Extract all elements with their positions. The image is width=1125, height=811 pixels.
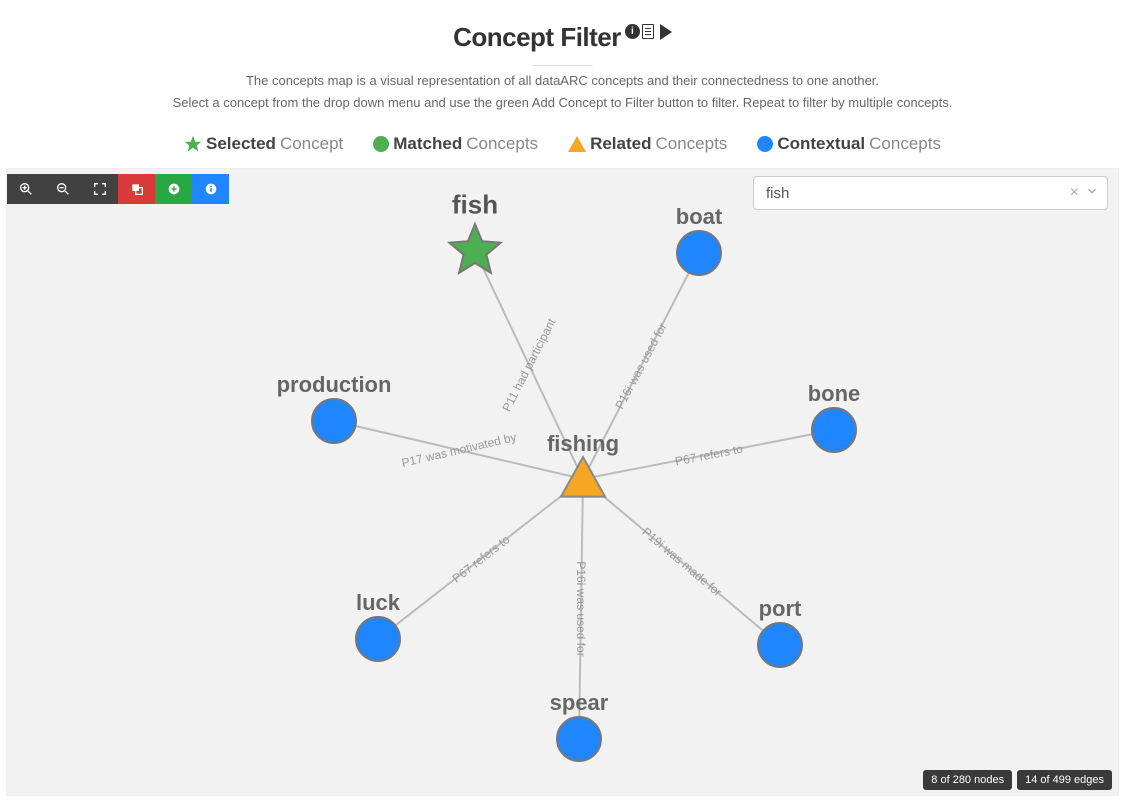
reset-icon bbox=[129, 181, 145, 197]
document-icon[interactable] bbox=[642, 24, 654, 39]
legend: Selected Concept Matched Concepts Relate… bbox=[0, 134, 1125, 154]
node-label: fish bbox=[452, 190, 498, 221]
circle-icon bbox=[373, 136, 389, 152]
concept-map-canvas[interactable]: fish × P11 had participant P16i was used … bbox=[6, 168, 1119, 796]
description-line-1: The concepts map is a visual representat… bbox=[0, 72, 1125, 90]
legend-contextual: Contextual Concepts bbox=[757, 134, 941, 154]
legend-selected: Selected Concept bbox=[184, 134, 343, 154]
add-concept-button[interactable] bbox=[155, 174, 192, 204]
circle-icon bbox=[757, 136, 773, 152]
edge-label: P19i was made for bbox=[639, 525, 724, 600]
map-toolbar bbox=[7, 174, 229, 204]
graph-edges-layer bbox=[7, 169, 1118, 795]
edge-label: P11 had participant bbox=[499, 317, 558, 415]
fullscreen-icon bbox=[92, 181, 108, 197]
concept-select-value: fish bbox=[766, 185, 1070, 202]
info-icon bbox=[203, 181, 219, 197]
edge-label: P16i was used for bbox=[574, 562, 588, 657]
clear-icon[interactable]: × bbox=[1070, 184, 1079, 202]
reset-button[interactable] bbox=[118, 174, 155, 204]
plus-circle-icon bbox=[166, 181, 182, 197]
node-label: bone bbox=[808, 381, 861, 407]
star-icon bbox=[184, 135, 202, 153]
chevron-down-icon[interactable] bbox=[1085, 184, 1099, 202]
title-icons: i bbox=[625, 24, 672, 40]
divider bbox=[533, 65, 593, 66]
concept-select[interactable]: fish × bbox=[753, 176, 1108, 210]
node-count-badge: 8 of 280 nodes bbox=[923, 770, 1012, 790]
zoom-in-icon bbox=[18, 181, 34, 197]
node-label-center: fishing bbox=[547, 431, 619, 457]
play-icon[interactable] bbox=[660, 24, 672, 40]
node-label: boat bbox=[676, 204, 722, 230]
legend-matched: Matched Concepts bbox=[373, 134, 538, 154]
info-button[interactable] bbox=[192, 174, 229, 204]
graph-stats: 8 of 280 nodes 14 of 499 edges bbox=[923, 770, 1112, 790]
node-label: luck bbox=[356, 590, 400, 616]
header: Concept Filter i The concepts map is a v… bbox=[0, 0, 1125, 154]
edge-label: P67 refers to bbox=[449, 533, 512, 586]
node-label: port bbox=[759, 596, 802, 622]
triangle-icon bbox=[568, 136, 586, 152]
edge-label: P17 was motivated by bbox=[400, 430, 518, 470]
zoom-in-button[interactable] bbox=[7, 174, 44, 204]
info-icon[interactable]: i bbox=[625, 24, 640, 39]
edge-label: P67 refers to bbox=[673, 441, 743, 468]
legend-related: Related Concepts bbox=[568, 134, 727, 154]
zoom-out-icon bbox=[55, 181, 71, 197]
edge-count-badge: 14 of 499 edges bbox=[1017, 770, 1112, 790]
node-label: production bbox=[277, 372, 392, 398]
edge-label: P16i was used for bbox=[612, 321, 669, 412]
page-title: Concept Filter bbox=[453, 22, 621, 53]
node-label: spear bbox=[550, 690, 609, 716]
zoom-out-button[interactable] bbox=[44, 174, 81, 204]
description-line-2: Select a concept from the drop down menu… bbox=[0, 94, 1125, 112]
title-row: Concept Filter i bbox=[453, 22, 672, 53]
fullscreen-button[interactable] bbox=[81, 174, 118, 204]
